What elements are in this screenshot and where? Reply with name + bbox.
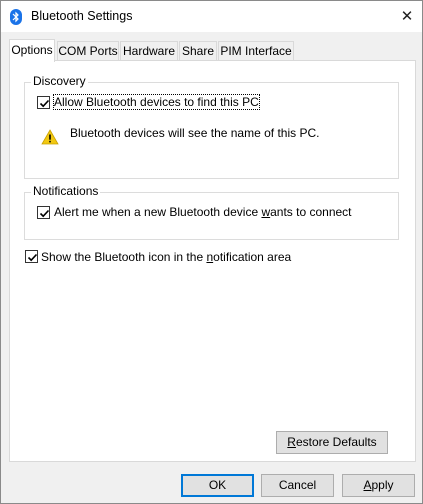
alert-new-device-label[interactable]: Alert me when a new Bluetooth device wan… xyxy=(54,205,352,219)
close-button[interactable]: ✕ xyxy=(392,1,422,31)
restore-rest: estore Defaults xyxy=(295,435,377,449)
ok-button[interactable]: OK xyxy=(181,474,254,497)
tab-options[interactable]: Options xyxy=(9,39,55,62)
apply-rest: pply xyxy=(371,478,394,492)
warning-icon xyxy=(41,129,59,145)
tab-hardware[interactable]: Hardware xyxy=(120,41,178,61)
notifications-label: Notifications xyxy=(31,184,101,198)
discovery-warning-text: Bluetooth devices will see the name of t… xyxy=(70,126,320,140)
show-tray-icon-checkbox[interactable] xyxy=(25,250,38,263)
discovery-label: Discovery xyxy=(31,74,88,88)
alert-new-device-checkbox[interactable] xyxy=(37,206,50,219)
show-icon-prefix: Show the Bluetooth icon in the xyxy=(41,250,207,264)
restore-defaults-button[interactable]: Restore Defaults xyxy=(276,431,388,454)
allow-discovery-checkbox[interactable] xyxy=(37,96,50,109)
restore-mnemonic: R xyxy=(287,435,296,449)
alert-label-mnemonic: w xyxy=(261,205,271,219)
tab-com-ports[interactable]: COM Ports xyxy=(57,41,119,61)
bluetooth-icon xyxy=(10,9,22,25)
alert-label-prefix: Alert me when a new Bluetooth device xyxy=(54,205,262,219)
options-panel: Discovery Allow Bluetooth devices to fin… xyxy=(9,60,416,462)
tab-pim-interface[interactable]: PIM Interface xyxy=(218,41,294,61)
show-tray-icon-label[interactable]: Show the Bluetooth icon in the notificat… xyxy=(41,250,291,264)
alert-label-suffix: ants to connect xyxy=(270,205,352,219)
tab-share[interactable]: Share xyxy=(179,41,217,61)
notifications-group: Notifications Alert me when a new Blueto… xyxy=(24,184,399,240)
discovery-group: Discovery Allow Bluetooth devices to fin… xyxy=(24,74,399,179)
title-bar: Bluetooth Settings ✕ xyxy=(1,1,422,32)
bluetooth-settings-window: Bluetooth Settings ✕ Options COM Ports H… xyxy=(0,0,423,504)
close-icon: ✕ xyxy=(400,7,414,25)
cancel-button[interactable]: Cancel xyxy=(261,474,334,497)
apply-mnemonic: A xyxy=(363,478,372,492)
apply-button[interactable]: Apply xyxy=(342,474,415,497)
window-title: Bluetooth Settings xyxy=(31,9,133,23)
allow-discovery-label[interactable]: Allow Bluetooth devices to find this PC xyxy=(53,94,260,110)
show-icon-suffix: otification area xyxy=(213,250,292,264)
